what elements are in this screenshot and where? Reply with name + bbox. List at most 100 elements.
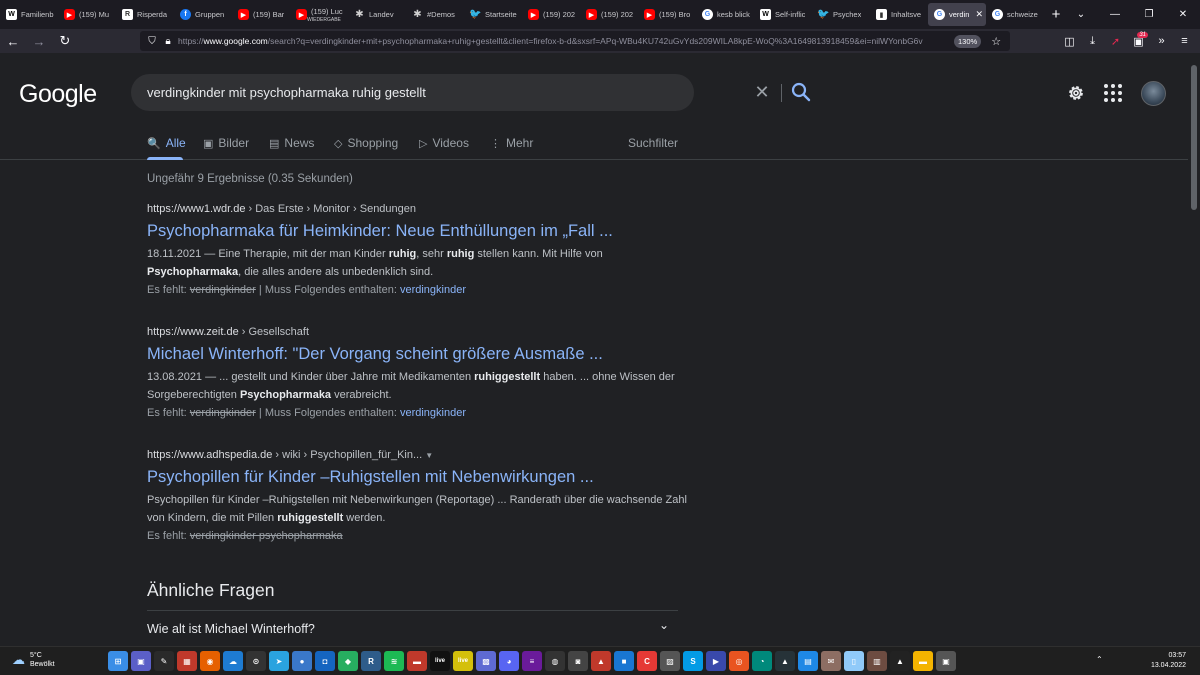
telegram-icon[interactable]: ➤ [269,651,289,671]
search-icon[interactable] [789,80,813,104]
cloud-app-icon[interactable]: ☁ [223,651,243,671]
clock[interactable]: 03:57 13.04.2022 [1151,651,1186,671]
search-box[interactable]: verdingkinder mit psychopharmaka ruhig g… [131,74,811,111]
folder-icon[interactable]: ▬ [913,651,933,671]
compass-icon[interactable]: ⊙ [246,651,266,671]
monitor-app-icon[interactable]: ▦ [177,651,197,671]
s-app-icon[interactable]: S [683,651,703,671]
clear-search-button[interactable]: ✕ [751,81,773,103]
c-app-icon[interactable]: C [637,651,657,671]
search-tools-button[interactable]: Suchfilter [628,136,678,150]
box-icon[interactable]: ■ [614,651,634,671]
notes-icon[interactable]: ▤ [798,651,818,671]
tab-news[interactable]: ▤ News [269,136,314,150]
save-icon[interactable]: ▩ [476,651,496,671]
firefox-icon[interactable]: ◉ [200,651,220,671]
pocket-icon[interactable]: ◫ [1058,35,1081,48]
scroll-icon[interactable]: ✉ [821,651,841,671]
zoom-indicator[interactable]: 130% [954,34,982,48]
browser-tab[interactable]: ▶ (159) Bro [638,0,696,29]
hat-icon[interactable]: ▲ [775,651,795,671]
must-include-link[interactable]: verdingkinder [400,284,466,296]
overflow-icon[interactable]: » [1150,35,1173,47]
library-icon[interactable]: ▥ [867,651,887,671]
result-url[interactable]: https://www.adhspedia.de › wiki › Psycho… [147,449,687,461]
google-apps-icon[interactable] [1104,84,1122,102]
google-logo[interactable]: Google [19,80,97,109]
scrollbar-thumb[interactable] [1191,65,1197,210]
url-text[interactable]: https://www.google.com/search?q=verdingk… [178,36,948,46]
browser-tab[interactable]: W Self-inflic [754,0,812,29]
extension-icon[interactable]: ▣ 31 [1127,31,1150,48]
windows-start-icon[interactable]: ⊞ [108,651,128,671]
browser-tab[interactable]: Gverdin ✕ [928,3,986,26]
tab-bilder[interactable]: ▣ Bilder [203,136,249,150]
news-app-icon[interactable]: ▬ [407,651,427,671]
browser-tab[interactable]: ▶ (159) Luc WIEDERGABE [290,0,348,29]
linux-icon[interactable]: ▲ [890,651,910,671]
browser-tab[interactable]: ✱ Landev [348,0,406,29]
result-menu-caret-icon[interactable]: ▼ [425,451,433,460]
result-url[interactable]: https://www1.wdr.de › Das Erste › Monito… [147,203,687,215]
browser-tab[interactable]: R Risperda [116,0,174,29]
result-title-link[interactable]: Psychopillen für Kinder –Ruhigstellen mi… [147,468,687,487]
mixer-icon[interactable]: ◘ [315,651,335,671]
browser-tab[interactable]: 🐦 Startseite [464,0,522,29]
url-bar[interactable]: ⛉ 🔒︎ https://www.google.com/search?q=ver… [140,31,1010,51]
result-title-link[interactable]: Michael Winterhoff: "Der Vorgang scheint… [147,345,687,364]
browser-tab[interactable]: ▶ (159) 202 [580,0,638,29]
spotify-icon[interactable]: ≋ [384,651,404,671]
lock-icon[interactable]: 🔒︎ [162,36,174,47]
settings-gear-icon[interactable] [1066,83,1086,103]
tab-list-icon[interactable]: ⌄ [1064,0,1098,29]
ubuntu-icon[interactable]: ◎ [729,651,749,671]
close-tab-icon[interactable]: ✕ [975,9,983,20]
reload-button[interactable]: ↻ [52,29,78,53]
browser-tab[interactable]: ▶ (159) 202 [522,0,580,29]
minimize-button[interactable]: — [1098,0,1132,29]
picture-icon[interactable]: ▨ [660,651,680,671]
account-avatar[interactable] [1141,81,1166,106]
status-icon[interactable]: ◔ [752,651,772,671]
weather-widget[interactable]: ☁ 5°C Bewölkt [12,651,55,669]
related-question[interactable]: Wie alt ist Michael Winterhoff? [147,622,315,636]
browser-tab[interactable]: ▮ Inhaltsve [870,0,928,29]
chevron-down-icon[interactable]: ⌄ [659,618,669,632]
browser-tab[interactable]: ✱ #Demos [406,0,464,29]
browser-tab[interactable]: W Familienb [0,0,58,29]
active-app-icon[interactable]: ▣ [936,651,956,671]
browser-tab[interactable]: f Gruppen [174,0,232,29]
browser-tab[interactable]: Gschweize [986,0,1044,29]
discord-icon[interactable]: ◕ [499,651,519,671]
bars-icon[interactable]: ≡ [522,651,542,671]
browser-tab[interactable]: Gkesb blick [696,0,754,29]
camera-icon[interactable]: ◙ [568,651,588,671]
live-icon[interactable]: live [430,651,450,671]
tab-mehr[interactable]: ⋮ Mehr [490,136,533,150]
browser-tab[interactable]: 🐦 Psychex [812,0,870,29]
browser-tab[interactable]: ▶ (159) Mu [58,0,116,29]
media-icon[interactable]: ▶ [706,651,726,671]
pen-icon[interactable]: ✎ [154,651,174,671]
extension-arrow-icon[interactable]: ➚ [1104,35,1127,48]
tab-alle[interactable]: 🔍 Alle [147,136,186,150]
shield-icon[interactable]: ⛉ [146,36,158,47]
obs-icon[interactable]: ◍ [545,651,565,671]
close-window-button[interactable]: ✕ [1166,0,1200,29]
forward-button[interactable]: → [26,29,52,53]
result-url[interactable]: https://www.zeit.de › Gesellschaft [147,326,687,338]
must-include-link[interactable]: verdingkinder [400,407,466,419]
bookmark-star-icon[interactable]: ☆ [991,35,1001,48]
chat-icon[interactable]: ● [292,651,312,671]
back-button[interactable]: ← [0,29,26,53]
search-input[interactable]: verdingkinder mit psychopharmaka ruhig g… [147,85,426,100]
r-app-icon[interactable]: R [361,651,381,671]
tab-videos[interactable]: ▷ Videos [419,136,469,150]
browser-tab[interactable]: ▶ (159) Bar [232,0,290,29]
download-icon[interactable]: ⤓ [1081,35,1104,48]
result-title-link[interactable]: Psychopharmaka für Heimkinder: Neue Enth… [147,222,687,241]
menu-icon[interactable]: ≡ [1173,35,1196,47]
page-scrollbar[interactable] [1188,53,1200,646]
pdf-icon[interactable]: ▲ [591,651,611,671]
teams-icon[interactable]: ▣ [131,651,151,671]
